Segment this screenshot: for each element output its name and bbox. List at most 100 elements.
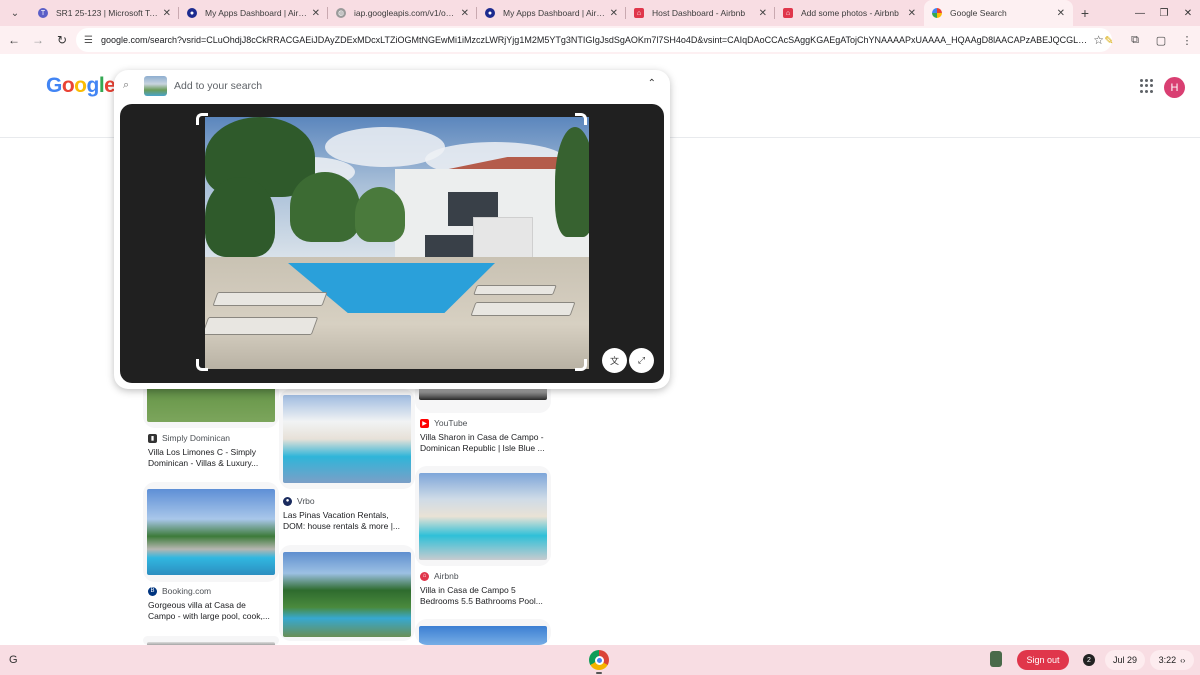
close-icon[interactable]: ✕ bbox=[1057, 8, 1065, 19]
result-image[interactable] bbox=[419, 473, 547, 560]
okta-icon: ● bbox=[187, 8, 197, 18]
google-logo[interactable]: Google bbox=[46, 74, 116, 98]
tab-my-apps-1[interactable]: ● My Apps Dashboard | Airbnb ✕ bbox=[179, 0, 328, 26]
reload-icon[interactable]: ↻ bbox=[50, 33, 74, 47]
close-window-icon[interactable]: ✕ bbox=[1176, 8, 1200, 19]
extensions-puzzle-icon[interactable]: ⧉ bbox=[1122, 34, 1148, 47]
result-card-airbnb[interactable] bbox=[415, 466, 551, 566]
time-display[interactable]: 3:22 ‹› bbox=[1150, 650, 1194, 670]
teams-icon: T bbox=[38, 8, 48, 18]
search-image-thumbnail[interactable] bbox=[144, 76, 167, 96]
result-card[interactable] bbox=[279, 545, 415, 641]
result-source-label: Airbnb bbox=[434, 571, 459, 581]
crop-handle-bottom-right[interactable] bbox=[575, 359, 587, 371]
new-tab-plus-icon[interactable]: + bbox=[1073, 5, 1097, 21]
logo-letter: o bbox=[74, 74, 87, 97]
tab-my-apps-2[interactable]: ● My Apps Dashboard | Airbnb ✕ bbox=[477, 0, 626, 26]
crop-handle-top-right[interactable] bbox=[575, 113, 587, 125]
result-source[interactable]: ⌂ Airbnb bbox=[420, 571, 459, 581]
result-source-label: Vrbo bbox=[297, 496, 315, 506]
restore-icon[interactable]: ❐ bbox=[1152, 8, 1176, 19]
google-icon bbox=[932, 8, 942, 18]
chrome-icon[interactable] bbox=[589, 650, 609, 670]
result-source[interactable]: ▶ YouTube bbox=[420, 418, 467, 428]
tab-title: My Apps Dashboard | Airbnb bbox=[503, 8, 606, 18]
lens-search-bar[interactable]: ⌕ Add to your search ⌃ bbox=[114, 70, 670, 102]
result-image[interactable] bbox=[283, 552, 411, 637]
logo-letter: o bbox=[61, 74, 75, 97]
result-title-line: Villa in Casa de Campo 5 bbox=[420, 585, 516, 595]
lens-search-input[interactable]: Add to your search bbox=[174, 80, 262, 92]
active-app-indicator bbox=[596, 672, 602, 674]
result-title[interactable]: Villa in Casa de Campo 5 Bedrooms 5.5 Ba… bbox=[420, 585, 550, 607]
translate-icon[interactable]: 文 bbox=[602, 348, 627, 373]
result-title[interactable]: Las Pinas Vacation Rentals, DOM: house r… bbox=[283, 510, 413, 532]
result-card[interactable] bbox=[415, 619, 551, 645]
crop-handle-top-left[interactable] bbox=[196, 113, 208, 125]
notification-badge[interactable]: 2 bbox=[1083, 654, 1095, 666]
result-source[interactable]: ▮ Simply Dominican bbox=[148, 433, 230, 443]
result-title-line: Villa Sharon in Casa de Campo - bbox=[420, 432, 544, 442]
launcher-icon[interactable]: G bbox=[9, 654, 18, 666]
tab-google-search[interactable]: Google Search ✕ bbox=[924, 0, 1073, 26]
close-icon[interactable]: ✕ bbox=[610, 8, 618, 19]
browser-toolbar: ← → ↻ ☰ google.com/search?vsrid=CLuOhdjJ… bbox=[0, 26, 1200, 54]
address-bar[interactable]: ☰ google.com/search?vsrid=CLuOhdjJ8cCkRR… bbox=[76, 28, 1112, 52]
photo-palm bbox=[355, 187, 405, 242]
result-card-vrbo[interactable] bbox=[279, 389, 415, 489]
photo-lounger bbox=[470, 302, 576, 316]
tab-add-photos[interactable]: ⌂ Add some photos - Airbnb ✕ bbox=[775, 0, 924, 26]
result-title-line: Dominican Republic | Isle Blue ... bbox=[420, 443, 545, 453]
tab-iap[interactable]: ◍ iap.googleapis.com/v1/oauth ✕ bbox=[328, 0, 477, 26]
result-title-line: Gorgeous villa at Casa de bbox=[148, 600, 246, 610]
time-label: 3:22 bbox=[1158, 655, 1177, 665]
result-image[interactable] bbox=[283, 395, 411, 483]
result-image[interactable] bbox=[419, 626, 547, 645]
minimize-icon[interactable]: — bbox=[1128, 8, 1152, 19]
back-arrow-icon[interactable]: ← bbox=[2, 33, 26, 47]
airbnb-icon: ⌂ bbox=[783, 8, 793, 18]
date-display[interactable]: Jul 29 bbox=[1105, 650, 1145, 670]
close-icon[interactable]: ✕ bbox=[461, 8, 469, 19]
result-card[interactable] bbox=[143, 636, 279, 645]
photo-palm bbox=[290, 172, 360, 242]
site-info-icon[interactable]: ☰ bbox=[84, 35, 93, 46]
result-title-line: Villa Los Limones C - Simply bbox=[148, 447, 257, 457]
sign-out-button[interactable]: Sign out bbox=[1017, 650, 1069, 670]
result-title[interactable]: Villa Sharon in Casa de Campo - Dominica… bbox=[420, 432, 550, 454]
pencil-extension-icon[interactable]: ✎ bbox=[1096, 34, 1122, 47]
booking-icon: B bbox=[148, 586, 157, 596]
result-card-booking[interactable] bbox=[143, 482, 279, 582]
tab-title: iap.googleapis.com/v1/oauth bbox=[354, 8, 457, 18]
close-icon[interactable]: ✕ bbox=[759, 8, 767, 19]
wifi-icon: ‹› bbox=[1180, 655, 1186, 665]
profile-panel-icon[interactable]: ▢ bbox=[1148, 34, 1174, 47]
search-image[interactable] bbox=[205, 117, 589, 369]
result-title-line: Las Pinas Vacation Rentals, bbox=[283, 510, 389, 520]
menu-kebab-icon[interactable]: ⋮ bbox=[1174, 34, 1200, 47]
result-title[interactable]: Gorgeous villa at Casa de Campo - with l… bbox=[148, 600, 278, 622]
google-apps-grid-icon[interactable] bbox=[1140, 79, 1154, 93]
address-url[interactable]: google.com/search?vsrid=CLuOhdjJ8cCkRRAC… bbox=[101, 35, 1087, 45]
chevron-up-icon[interactable]: ⌃ bbox=[648, 78, 656, 89]
tab-host-dashboard[interactable]: ⌂ Host Dashboard - Airbnb ✕ bbox=[626, 0, 775, 26]
crop-handle-bottom-left[interactable] bbox=[196, 359, 208, 371]
tab-search-icon[interactable]: ⌄ bbox=[0, 0, 30, 26]
result-title[interactable]: Villa Los Limones C - Simply Dominican -… bbox=[148, 447, 278, 469]
photo-lounger bbox=[473, 285, 557, 295]
result-image[interactable] bbox=[147, 489, 275, 575]
window-controls: — ❐ ✕ bbox=[1128, 0, 1200, 26]
tab-title: SR1 25-123 | Microsoft Teams bbox=[56, 8, 159, 18]
account-avatar[interactable]: H bbox=[1164, 77, 1185, 98]
tab-teams[interactable]: T SR1 25-123 | Microsoft Teams ✕ bbox=[30, 0, 179, 26]
close-icon[interactable]: ✕ bbox=[908, 8, 916, 19]
forward-arrow-icon[interactable]: → bbox=[26, 33, 50, 47]
simply-dominican-icon: ▮ bbox=[148, 433, 157, 443]
result-source-label: Simply Dominican bbox=[162, 433, 231, 443]
screen-capture-icon[interactable] bbox=[990, 651, 1002, 667]
close-icon[interactable]: ✕ bbox=[163, 8, 171, 19]
result-source[interactable]: B Booking.com bbox=[148, 586, 211, 596]
close-icon[interactable]: ✕ bbox=[312, 8, 320, 19]
result-source[interactable]: ● Vrbo bbox=[283, 496, 315, 506]
fullscreen-icon[interactable]: ⤢ bbox=[629, 348, 654, 373]
